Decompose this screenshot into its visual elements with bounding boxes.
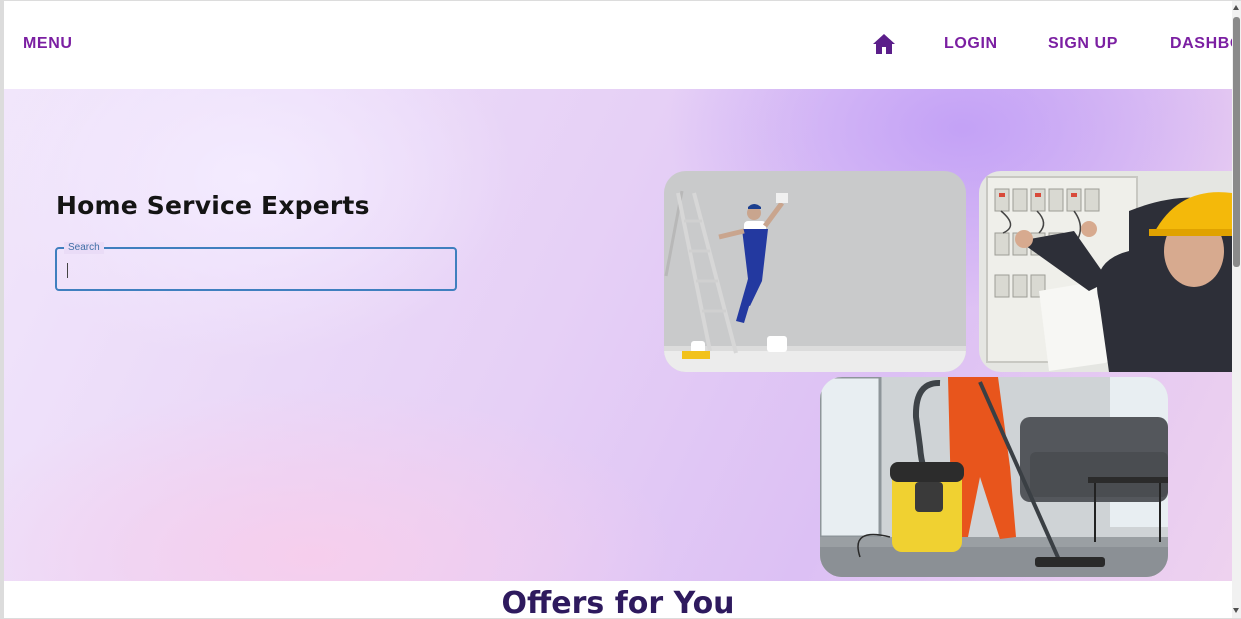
search-input[interactable] [65,257,449,283]
top-navbar: MENU LOGIN SIGN UP DASHBOARD [4,1,1232,89]
cleaner-photo [820,377,1168,577]
login-link[interactable]: LOGIN [944,35,998,53]
vertical-scrollbar[interactable] [1232,1,1241,618]
scroll-thumb[interactable] [1233,17,1240,267]
scroll-up-arrow-icon[interactable] [1233,5,1239,10]
text-caret [67,263,68,278]
hero-title: Home Service Experts [56,191,370,220]
hero-section: Home Service Experts Search [4,89,1232,581]
painter-photo [664,171,966,372]
home-icon[interactable] [872,33,896,55]
search-label: Search [64,242,104,254]
scroll-down-arrow-icon[interactable] [1233,608,1239,613]
electrician-photo [979,171,1232,372]
search-field[interactable]: Search [55,242,457,291]
dashboard-link[interactable]: DASHBOARD [1170,35,1232,53]
page-viewport: MENU LOGIN SIGN UP DASHBOARD Home Servic… [4,1,1232,618]
offers-heading: Offers for You [501,586,735,618]
signup-link[interactable]: SIGN UP [1048,35,1118,53]
menu-button[interactable]: MENU [23,35,73,53]
